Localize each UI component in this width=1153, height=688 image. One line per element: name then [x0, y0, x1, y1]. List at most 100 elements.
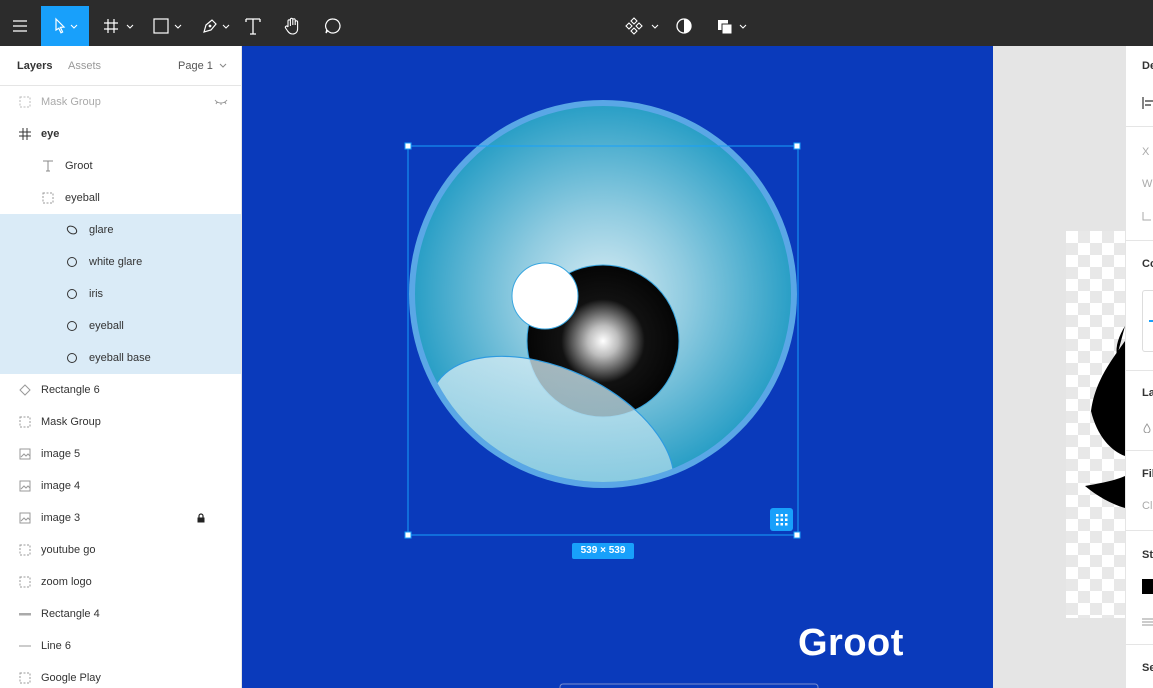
lock-icon[interactable]: [194, 511, 208, 525]
opacity-drop-icon: [1143, 420, 1151, 438]
layer-label: Line 6: [41, 640, 71, 652]
layer-label: image 5: [41, 448, 81, 460]
divider: [1126, 644, 1153, 645]
layer-row[interactable]: image 3: [0, 502, 241, 534]
divider: [1126, 450, 1153, 451]
mask-button[interactable]: [670, 6, 698, 46]
layer-row[interactable]: Mask Group: [0, 86, 241, 118]
layer-row[interactable]: Rectangle 4: [0, 598, 241, 630]
hand-tool-button[interactable]: [278, 6, 308, 46]
image-icon: [18, 447, 32, 461]
ellipse-icon: [65, 255, 79, 269]
pen-tool-button[interactable]: [192, 6, 236, 46]
ellipse-icon: [65, 351, 79, 365]
layer-label: eyeball: [89, 320, 124, 332]
shape-tool-button[interactable]: [144, 6, 188, 46]
layer-row[interactable]: image 4: [0, 470, 241, 502]
layer-row[interactable]: eyeball base: [0, 342, 241, 374]
divider: [1126, 370, 1153, 371]
canvas[interactable]: 539 × 539 Groot: [242, 46, 993, 688]
group-dashed-icon: [18, 543, 32, 557]
comment-tool-button[interactable]: [318, 6, 348, 46]
hand-icon: [284, 17, 299, 35]
main-menu-button[interactable]: [0, 6, 40, 46]
cursor-arrow-icon: [55, 17, 78, 34]
corner-radius-icon: [1142, 208, 1152, 226]
tab-assets[interactable]: Assets: [68, 60, 101, 72]
layer-row[interactable]: glare: [0, 214, 241, 246]
comment-bubble-icon: [325, 18, 341, 34]
layer-row[interactable]: iris: [0, 278, 241, 310]
layer-row[interactable]: Line 6: [0, 630, 241, 662]
frame-hash-icon: [104, 19, 134, 33]
stroke-section-label: St: [1142, 549, 1153, 561]
toolbar: [0, 0, 1153, 46]
properties-panel: De X W Co La Fil Cli St Se: [1125, 46, 1153, 688]
stroke-options-icon[interactable]: [1142, 614, 1153, 632]
layer-row[interactable]: Groot: [0, 150, 241, 182]
layer-row[interactable]: image 5: [0, 438, 241, 470]
layer-row[interactable]: Rectangle 6: [0, 374, 241, 406]
layer-label: image 4: [41, 480, 81, 492]
layer-label: Rectangle 6: [41, 384, 100, 396]
move-tool-button[interactable]: [41, 6, 89, 46]
boolean-squares-icon: [718, 20, 747, 35]
bottom-element: [559, 683, 819, 688]
align-left-icon[interactable]: [1142, 96, 1153, 114]
image-icon: [18, 479, 32, 493]
x-field-label: X: [1142, 146, 1150, 158]
size-badge: 539 × 539: [580, 545, 626, 556]
divider: [1126, 530, 1153, 531]
ellipse-icon: [65, 223, 79, 237]
divider: [1126, 240, 1153, 241]
text-tool-button[interactable]: [238, 6, 268, 46]
layer-label: youtube go: [41, 544, 96, 556]
text-t-icon: [41, 159, 55, 173]
boolean-button[interactable]: [712, 6, 752, 46]
page-selector[interactable]: Page 1: [178, 60, 227, 72]
constraints-label: Co: [1142, 258, 1153, 270]
group-dashed-icon: [41, 191, 55, 205]
layer-row[interactable]: youtube go: [0, 534, 241, 566]
panel-tabs: Layers Assets Page 1: [0, 46, 241, 86]
component-diamond-icon: [625, 17, 659, 35]
group-dashed-icon: [18, 575, 32, 589]
resize-handle: [404, 142, 412, 150]
layer-label: Google Play: [41, 672, 101, 684]
layers-panel: Layers Assets Page 1 Mask Group eye Groo…: [0, 46, 242, 688]
layer-row[interactable]: Google Play: [0, 662, 241, 688]
layer-row[interactable]: eyeball: [0, 182, 241, 214]
rectangle-icon: [153, 18, 182, 34]
line-icon: [18, 607, 32, 621]
design-tab[interactable]: De: [1142, 60, 1153, 72]
group-dashed-icon: [18, 671, 32, 685]
group-dashed-icon: [18, 415, 32, 429]
layer-row[interactable]: white glare: [0, 246, 241, 278]
white-glare-shape: [511, 262, 579, 330]
groot-text[interactable]: Groot: [798, 622, 904, 665]
stroke-color-swatch[interactable]: [1142, 579, 1153, 594]
resize-handle: [793, 531, 801, 539]
layer-label: Mask Group: [41, 416, 101, 428]
frame-tool-button[interactable]: [96, 6, 140, 46]
fill-section-label: Fil: [1142, 468, 1153, 480]
eye-artwork: [404, 100, 819, 688]
components-button[interactable]: [622, 6, 662, 46]
resize-handle: [793, 142, 801, 150]
constraints-widget[interactable]: [1142, 290, 1153, 352]
layer-section-label: La: [1142, 387, 1153, 399]
layer-row[interactable]: Mask Group: [0, 406, 241, 438]
mask-group-icon: [18, 95, 32, 109]
line-icon: [18, 639, 32, 653]
hamburger-icon: [13, 20, 27, 32]
w-field-label: W: [1142, 178, 1153, 190]
layer-row[interactable]: zoom logo: [0, 566, 241, 598]
frame-hash-icon: [18, 127, 32, 141]
text-t-icon: [245, 18, 261, 35]
clip-content-label: Cli: [1142, 500, 1153, 512]
layer-row[interactable]: eye: [0, 118, 241, 150]
tab-layers[interactable]: Layers: [17, 60, 52, 72]
layer-row[interactable]: eyeball: [0, 310, 241, 342]
layer-label: white glare: [89, 256, 143, 268]
eye-hidden-icon[interactable]: [214, 95, 228, 109]
